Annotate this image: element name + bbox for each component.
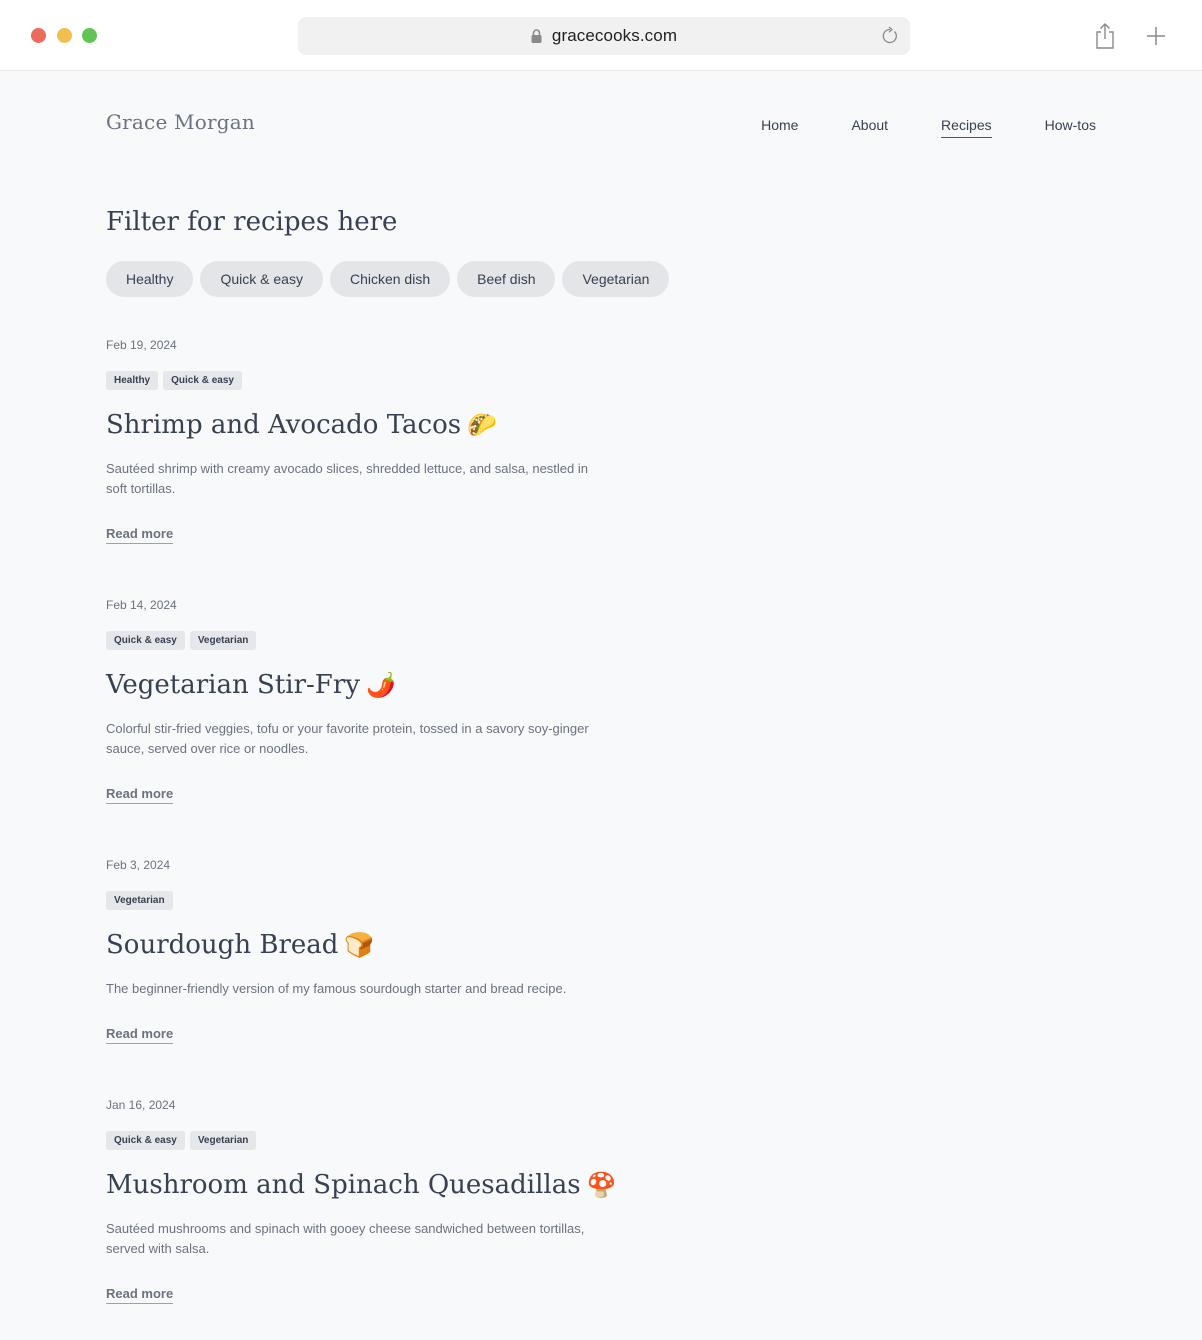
filter-chip-healthy[interactable]: Healthy	[106, 261, 194, 297]
read-more-link[interactable]: Read more	[106, 1026, 174, 1044]
browser-toolbar: gracecooks.com	[0, 0, 1202, 71]
recipe-post: Feb 19, 2024 Healthy Quick & easy Shrimp…	[106, 338, 626, 544]
taco-icon: 🌮	[467, 411, 497, 439]
post-title-text: Shrimp and Avocado Tacos	[106, 410, 462, 440]
post-tags: Vegetarian	[106, 891, 626, 911]
post-tag: Vegetarian	[106, 891, 173, 910]
post-date: Jan 16, 2024	[106, 1098, 176, 1112]
filter-chip-beef-dish[interactable]: Beef dish	[457, 261, 556, 297]
post-tags: Quick & easy Vegetarian	[106, 1131, 626, 1151]
read-more-link[interactable]: Read more	[106, 1286, 174, 1304]
post-date: Feb 14, 2024	[106, 598, 177, 612]
post-date: Feb 3, 2024	[106, 858, 171, 872]
recipe-post: Feb 14, 2024 Quick & easy Vegetarian Veg…	[106, 598, 626, 804]
post-tag: Vegetarian	[189, 631, 257, 650]
post-description: Colorful stir-fried veggies, tofu or you…	[106, 721, 589, 756]
address-bar[interactable]: gracecooks.com	[298, 17, 910, 55]
post-title-text: Vegetarian Stir-Fry	[106, 670, 360, 700]
nav-recipes[interactable]: Recipes	[941, 117, 992, 138]
mushroom-icon: 🍄	[586, 1171, 617, 1199]
post-title-text: Mushroom and Spinach Quesadillas	[106, 1170, 581, 1200]
post-description: Sautéed shrimp with creamy avocado slice…	[106, 461, 588, 496]
filter-chip-vegetarian[interactable]: Vegetarian	[562, 261, 670, 297]
filter-chip-quick-easy[interactable]: Quick & easy	[200, 261, 323, 297]
post-tag: Quick & easy	[106, 1131, 185, 1150]
nav-about[interactable]: About	[851, 117, 888, 138]
post-title-text: Sourdough Bread	[106, 930, 339, 960]
read-more-link[interactable]: Read more	[106, 526, 174, 544]
post-title[interactable]: Vegetarian Stir-Fry 🌶️	[106, 665, 626, 705]
recipe-post: Feb 3, 2024 Vegetarian Sourdough Bread 🍞…	[106, 858, 626, 1044]
maximize-window-button[interactable]	[82, 28, 97, 43]
post-tag: Vegetarian	[189, 1131, 257, 1150]
recipe-post: Jan 16, 2024 Quick & easy Vegetarian Mus…	[106, 1098, 626, 1304]
filter-chips: Healthy Quick & easy Chicken dish Beef d…	[106, 261, 676, 297]
lock-icon	[531, 29, 542, 43]
reload-icon[interactable]	[880, 26, 900, 46]
filter-chip-chicken-dish[interactable]: Chicken dish	[329, 261, 451, 297]
post-title[interactable]: Shrimp and Avocado Tacos 🌮	[106, 405, 626, 445]
close-window-button[interactable]	[31, 28, 46, 43]
post-description: The beginner-friendly version of my famo…	[106, 981, 567, 996]
post-tags: Healthy Quick & easy	[106, 371, 626, 391]
nav-home[interactable]: Home	[761, 117, 798, 138]
post-tag: Quick & easy	[106, 631, 185, 650]
post-description: Sautéed mushrooms and spinach with gooey…	[106, 1221, 585, 1256]
nav-how-tos[interactable]: How-tos	[1045, 117, 1096, 138]
site-logo[interactable]: Grace Morgan	[106, 110, 255, 134]
minimize-window-button[interactable]	[57, 28, 72, 43]
post-title[interactable]: Sourdough Bread 🍞	[106, 925, 626, 965]
plus-icon[interactable]	[1145, 25, 1167, 47]
post-tags: Quick & easy Vegetarian	[106, 631, 626, 651]
post-tag: Healthy	[106, 371, 159, 390]
share-icon[interactable]	[1094, 22, 1116, 50]
url-text: gracecooks.com	[551, 26, 678, 45]
chili-pepper-icon: 🌶️	[365, 671, 396, 699]
post-title[interactable]: Mushroom and Spinach Quesadillas 🍄	[106, 1165, 626, 1205]
site-header: Grace Morgan Home About Recipes How-tos	[106, 108, 1096, 148]
read-more-link[interactable]: Read more	[106, 786, 174, 804]
bread-icon: 🍞	[344, 931, 375, 959]
main-nav: Home About Recipes How-tos	[708, 117, 1096, 138]
post-tag: Quick & easy	[163, 371, 242, 390]
filter-heading: Filter for recipes here	[106, 207, 398, 237]
post-date: Feb 19, 2024	[106, 338, 177, 352]
